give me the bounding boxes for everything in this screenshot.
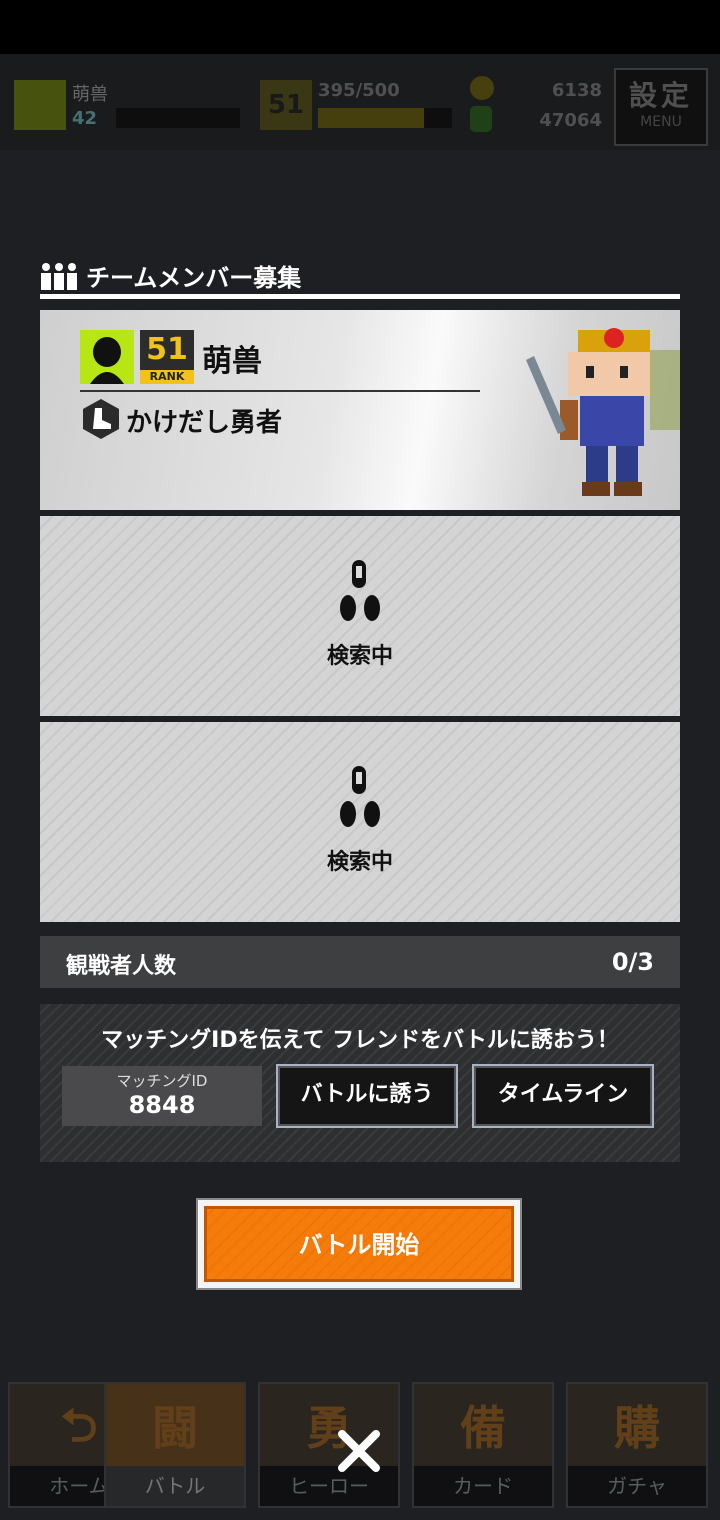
invite-panel: マッチングIDを伝えて フレンドをバトルに誘おう！ マッチングID 8848 バ… [40,1004,680,1162]
leader-divider [80,390,480,392]
boot-icon [83,399,119,439]
leader-slot[interactable]: 51 RANK 萌兽 かけだし勇者 [40,310,680,510]
battle-icon: 闘 [152,1401,198,1455]
battle-start-button[interactable]: バトル開始 [196,1198,522,1290]
member-slot-2[interactable]: 検索中 [40,722,680,922]
slot-status: 検索中 [326,850,393,875]
gacha-icon: 購 [614,1401,660,1455]
card-icon: 備 [460,1401,506,1455]
invite-to-battle-button[interactable]: バトルに誘う [276,1064,458,1128]
nav-label: バトル [106,1466,244,1506]
header-divider [40,294,680,299]
leader-title: かけだし勇者 [126,408,283,438]
spectator-label: 観戦者人数 [66,954,177,979]
leader-rank-label: RANK [140,370,194,384]
matching-id-label: マッチングID [116,1072,208,1090]
team-icon [41,263,77,290]
nav-label: ガチャ [568,1466,706,1506]
matching-id-value: 8848 [128,1091,196,1119]
leader-avatar [80,330,134,384]
member-slot-1[interactable]: 検索中 [40,516,680,716]
invite-message: マッチングIDを伝えて フレンドをバトルに誘おう！ [101,1028,619,1053]
nav-label: カード [414,1466,552,1506]
panel-header: チームメンバー募集 [40,256,680,300]
searching-icon [340,560,380,621]
leader-name: 萌兽 [202,344,262,379]
slot-status: 検索中 [326,644,393,669]
panel-title: チームメンバー募集 [86,264,302,292]
leader-rank-value: 51 [146,332,188,367]
nav-battle[interactable]: 闘 バトル [104,1382,246,1508]
searching-icon [340,766,380,827]
nav-gacha[interactable]: 購 ガチャ [566,1382,708,1508]
timeline-button[interactable]: タイムライン [472,1064,654,1128]
nav-card[interactable]: 備 カード [412,1382,554,1508]
status-bar [0,0,720,54]
hero-character-image [526,328,680,496]
leader-rank-badge: 51 RANK [140,330,194,384]
close-icon[interactable] [336,1428,382,1474]
spectator-bar: 観戦者人数 0/3 [40,936,680,988]
spectator-count: 0/3 [611,948,654,976]
avatar-silhouette-icon [90,337,124,384]
battle-start-label: バトル開始 [204,1206,514,1282]
matching-id-box: マッチングID 8848 [62,1066,262,1126]
